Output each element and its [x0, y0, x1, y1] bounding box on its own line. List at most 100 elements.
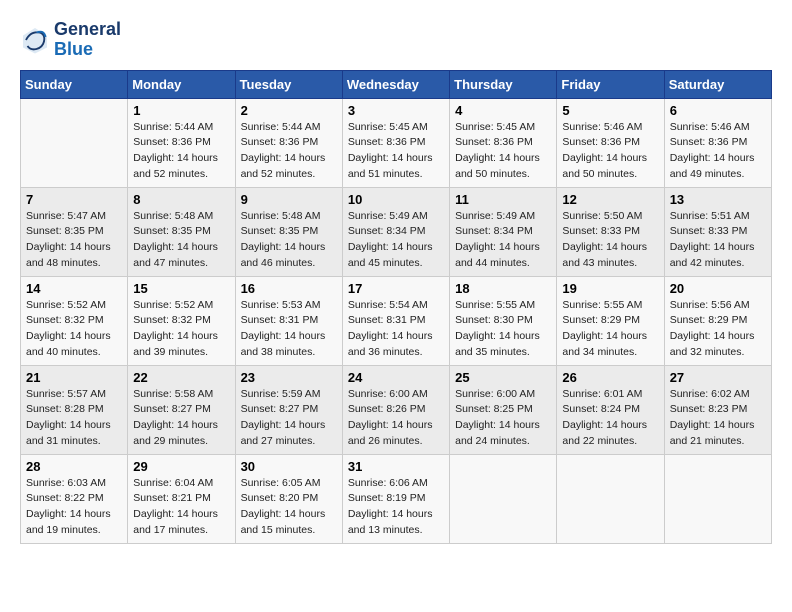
day-info: Sunrise: 5:56 AM Sunset: 8:29 PM Dayligh… — [670, 298, 766, 361]
weekday-header-thursday: Thursday — [450, 70, 557, 98]
day-info: Sunrise: 5:44 AM Sunset: 8:36 PM Dayligh… — [133, 120, 229, 183]
calendar-cell: 5 Sunrise: 5:46 AM Sunset: 8:36 PM Daylig… — [557, 98, 664, 187]
day-info: Sunrise: 6:01 AM Sunset: 8:24 PM Dayligh… — [562, 387, 658, 450]
weekday-header-friday: Friday — [557, 70, 664, 98]
day-info: Sunrise: 6:00 AM Sunset: 8:26 PM Dayligh… — [348, 387, 444, 450]
day-info: Sunrise: 5:52 AM Sunset: 8:32 PM Dayligh… — [133, 298, 229, 361]
weekday-header-saturday: Saturday — [664, 70, 771, 98]
day-number: 3 — [348, 103, 444, 118]
day-number: 27 — [670, 370, 766, 385]
day-info: Sunrise: 5:58 AM Sunset: 8:27 PM Dayligh… — [133, 387, 229, 450]
calendar-cell: 23 Sunrise: 5:59 AM Sunset: 8:27 PM Dayli… — [235, 365, 342, 454]
day-info: Sunrise: 5:46 AM Sunset: 8:36 PM Dayligh… — [562, 120, 658, 183]
day-number: 15 — [133, 281, 229, 296]
day-number: 5 — [562, 103, 658, 118]
day-info: Sunrise: 6:03 AM Sunset: 8:22 PM Dayligh… — [26, 476, 122, 539]
day-number: 25 — [455, 370, 551, 385]
day-number: 19 — [562, 281, 658, 296]
day-info: Sunrise: 5:44 AM Sunset: 8:36 PM Dayligh… — [241, 120, 337, 183]
day-number: 22 — [133, 370, 229, 385]
logo-icon — [20, 25, 50, 55]
day-number: 6 — [670, 103, 766, 118]
calendar-cell: 1 Sunrise: 5:44 AM Sunset: 8:36 PM Daylig… — [128, 98, 235, 187]
day-info: Sunrise: 6:02 AM Sunset: 8:23 PM Dayligh… — [670, 387, 766, 450]
weekday-header-monday: Monday — [128, 70, 235, 98]
day-number: 23 — [241, 370, 337, 385]
calendar-cell: 30 Sunrise: 6:05 AM Sunset: 8:20 PM Dayli… — [235, 454, 342, 543]
day-number: 10 — [348, 192, 444, 207]
calendar-week-2: 7Sunrise: 5:47 AM Sunset: 8:35 PM Daylig… — [21, 187, 772, 276]
day-info: Sunrise: 6:06 AM Sunset: 8:19 PM Dayligh… — [348, 476, 444, 539]
day-info: Sunrise: 5:48 AM Sunset: 8:35 PM Dayligh… — [133, 209, 229, 272]
weekday-header-wednesday: Wednesday — [342, 70, 449, 98]
weekday-header-sunday: Sunday — [21, 70, 128, 98]
day-info: Sunrise: 6:05 AM Sunset: 8:20 PM Dayligh… — [241, 476, 337, 539]
calendar-cell: 29 Sunrise: 6:04 AM Sunset: 8:21 PM Dayli… — [128, 454, 235, 543]
day-info: Sunrise: 6:00 AM Sunset: 8:25 PM Dayligh… — [455, 387, 551, 450]
calendar-cell — [21, 98, 128, 187]
day-number: 13 — [670, 192, 766, 207]
day-number: 8 — [133, 192, 229, 207]
day-info: Sunrise: 5:46 AM Sunset: 8:36 PM Dayligh… — [670, 120, 766, 183]
calendar-cell: 9Sunrise: 5:48 AM Sunset: 8:35 PM Daylig… — [235, 187, 342, 276]
calendar-cell: 25 Sunrise: 6:00 AM Sunset: 8:25 PM Dayli… — [450, 365, 557, 454]
calendar-cell: 14Sunrise: 5:52 AM Sunset: 8:32 PM Dayli… — [21, 276, 128, 365]
calendar-cell: 22 Sunrise: 5:58 AM Sunset: 8:27 PM Dayli… — [128, 365, 235, 454]
day-number: 31 — [348, 459, 444, 474]
weekday-header-row: SundayMondayTuesdayWednesdayThursdayFrid… — [21, 70, 772, 98]
day-info: Sunrise: 5:59 AM Sunset: 8:27 PM Dayligh… — [241, 387, 337, 450]
day-number: 17 — [348, 281, 444, 296]
calendar-cell: 10 Sunrise: 5:49 AM Sunset: 8:34 PM Dayli… — [342, 187, 449, 276]
calendar-cell: 31 Sunrise: 6:06 AM Sunset: 8:19 PM Dayli… — [342, 454, 449, 543]
day-number: 1 — [133, 103, 229, 118]
day-number: 4 — [455, 103, 551, 118]
calendar-cell: 7Sunrise: 5:47 AM Sunset: 8:35 PM Daylig… — [21, 187, 128, 276]
calendar-cell: 16 Sunrise: 5:53 AM Sunset: 8:31 PM Dayli… — [235, 276, 342, 365]
day-info: Sunrise: 5:50 AM Sunset: 8:33 PM Dayligh… — [562, 209, 658, 272]
day-info: Sunrise: 6:04 AM Sunset: 8:21 PM Dayligh… — [133, 476, 229, 539]
calendar-cell: 13 Sunrise: 5:51 AM Sunset: 8:33 PM Dayli… — [664, 187, 771, 276]
calendar-cell: 11Sunrise: 5:49 AM Sunset: 8:34 PM Dayli… — [450, 187, 557, 276]
calendar-cell: 19 Sunrise: 5:55 AM Sunset: 8:29 PM Dayli… — [557, 276, 664, 365]
calendar-week-3: 14Sunrise: 5:52 AM Sunset: 8:32 PM Dayli… — [21, 276, 772, 365]
calendar-table: SundayMondayTuesdayWednesdayThursdayFrid… — [20, 70, 772, 544]
calendar-cell: 2 Sunrise: 5:44 AM Sunset: 8:36 PM Daylig… — [235, 98, 342, 187]
day-number: 21 — [26, 370, 122, 385]
day-number: 20 — [670, 281, 766, 296]
calendar-cell: 18 Sunrise: 5:55 AM Sunset: 8:30 PM Dayli… — [450, 276, 557, 365]
calendar-cell: 8 Sunrise: 5:48 AM Sunset: 8:35 PM Daylig… — [128, 187, 235, 276]
day-info: Sunrise: 5:54 AM Sunset: 8:31 PM Dayligh… — [348, 298, 444, 361]
day-info: Sunrise: 5:48 AM Sunset: 8:35 PM Dayligh… — [241, 209, 337, 272]
day-number: 18 — [455, 281, 551, 296]
calendar-week-4: 21Sunrise: 5:57 AM Sunset: 8:28 PM Dayli… — [21, 365, 772, 454]
day-info: Sunrise: 5:49 AM Sunset: 8:34 PM Dayligh… — [348, 209, 444, 272]
calendar-week-5: 28 Sunrise: 6:03 AM Sunset: 8:22 PM Dayli… — [21, 454, 772, 543]
day-info: Sunrise: 5:49 AM Sunset: 8:34 PM Dayligh… — [455, 209, 551, 272]
day-info: Sunrise: 5:52 AM Sunset: 8:32 PM Dayligh… — [26, 298, 122, 361]
logo: General Blue — [20, 20, 121, 60]
day-number: 28 — [26, 459, 122, 474]
day-number: 7 — [26, 192, 122, 207]
calendar-cell — [664, 454, 771, 543]
calendar-cell: 21Sunrise: 5:57 AM Sunset: 8:28 PM Dayli… — [21, 365, 128, 454]
day-number: 16 — [241, 281, 337, 296]
calendar-cell: 15 Sunrise: 5:52 AM Sunset: 8:32 PM Dayli… — [128, 276, 235, 365]
day-info: Sunrise: 5:55 AM Sunset: 8:30 PM Dayligh… — [455, 298, 551, 361]
calendar-cell: 6 Sunrise: 5:46 AM Sunset: 8:36 PM Daylig… — [664, 98, 771, 187]
day-info: Sunrise: 5:51 AM Sunset: 8:33 PM Dayligh… — [670, 209, 766, 272]
day-number: 26 — [562, 370, 658, 385]
day-info: Sunrise: 5:45 AM Sunset: 8:36 PM Dayligh… — [348, 120, 444, 183]
day-info: Sunrise: 5:45 AM Sunset: 8:36 PM Dayligh… — [455, 120, 551, 183]
day-number: 12 — [562, 192, 658, 207]
logo-text: General Blue — [54, 20, 121, 60]
day-number: 2 — [241, 103, 337, 118]
calendar-cell: 17 Sunrise: 5:54 AM Sunset: 8:31 PM Dayli… — [342, 276, 449, 365]
day-info: Sunrise: 5:53 AM Sunset: 8:31 PM Dayligh… — [241, 298, 337, 361]
weekday-header-tuesday: Tuesday — [235, 70, 342, 98]
calendar-cell: 28 Sunrise: 6:03 AM Sunset: 8:22 PM Dayli… — [21, 454, 128, 543]
calendar-cell — [557, 454, 664, 543]
calendar-week-1: 1 Sunrise: 5:44 AM Sunset: 8:36 PM Daylig… — [21, 98, 772, 187]
day-info: Sunrise: 5:55 AM Sunset: 8:29 PM Dayligh… — [562, 298, 658, 361]
day-number: 30 — [241, 459, 337, 474]
day-number: 29 — [133, 459, 229, 474]
